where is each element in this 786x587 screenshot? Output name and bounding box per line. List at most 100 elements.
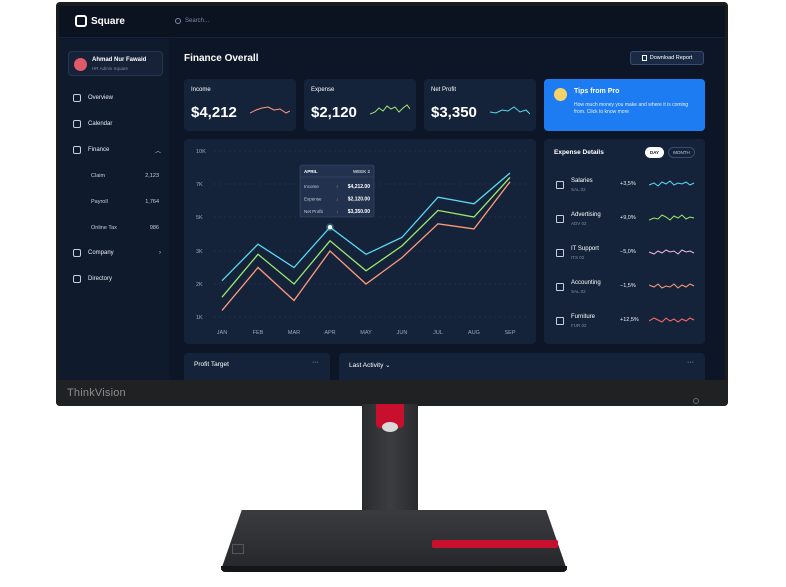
net-profit-card[interactable]: Net Profit $3,350 <box>424 79 536 131</box>
sidebar-item-company[interactable]: Company › <box>73 249 161 257</box>
base-red-accent <box>432 540 558 548</box>
sidebar-item-finance[interactable]: Finance ︿ <box>73 146 161 155</box>
sidebar-item-directory[interactable]: Directory <box>73 275 161 283</box>
tips-card[interactable]: Tips from Pro How much money you make an… <box>544 79 705 131</box>
x-tick-label: SEP <box>504 330 515 336</box>
more-options-icon[interactable]: ··· <box>312 359 319 366</box>
tips-title: Tips from Pro <box>574 88 620 95</box>
cable-hole <box>382 422 398 432</box>
y-tick-label: 1K <box>196 315 203 321</box>
base-logo-icon <box>232 544 244 554</box>
expense-code: FUR 02 <box>571 323 587 328</box>
home-icon <box>556 317 564 325</box>
expense-pct: +3,5% <box>620 181 636 187</box>
y-tick-label: 5K <box>196 215 203 221</box>
download-report-button[interactable]: Download Report <box>630 51 704 65</box>
calendar-icon <box>73 120 81 128</box>
expense-card[interactable]: Expense $2,120 <box>304 79 416 131</box>
sidebar-item-overview[interactable]: Overview <box>73 94 161 102</box>
wallet-icon <box>556 181 564 189</box>
last-activity-label: Last Activity <box>349 362 384 369</box>
sidebar-item-label: Company <box>88 250 114 256</box>
square-logo-icon <box>75 15 87 27</box>
main-content: Finance Overall Download Report Income $… <box>169 39 725 380</box>
expense-sparkline <box>649 180 695 187</box>
sidebar-item-calendar[interactable]: Calendar <box>73 120 161 128</box>
expense-row[interactable]: Advertising ADV 02 +9,0% <box>554 209 700 237</box>
page-title: Finance Overall <box>184 53 259 64</box>
sidebar-item-label: Finance <box>88 147 110 153</box>
app-logo[interactable]: Square <box>75 15 125 27</box>
screen: Square Search... Ahmad Nur Fawaid HR Adm… <box>59 6 725 380</box>
app-name: Square <box>91 15 125 27</box>
subitem-label: Online Tax <box>91 225 117 231</box>
profile-card[interactable]: Ahmad Nur Fawaid HR Admin Square <box>68 51 163 76</box>
more-options-icon[interactable]: ··· <box>687 359 694 366</box>
x-tick-label: AUG <box>468 330 480 336</box>
tooltip-row-label: Income <box>304 184 319 189</box>
sidebar-item-label: Overview <box>88 95 114 101</box>
card-value: $3,350 <box>431 104 477 121</box>
y-tick-label: 7K <box>196 182 203 188</box>
expense-row[interactable]: Salaries SAL 02 +3,5% <box>554 175 700 203</box>
arrow-icon: ↓ <box>336 197 338 202</box>
expense-code: SAL 02 <box>571 187 586 192</box>
expense-row[interactable]: IT Support ITS 02 −5,0% <box>554 243 700 271</box>
card-value: $4,212 <box>191 104 237 121</box>
x-tick-label: FEB <box>253 330 264 336</box>
subitem-label: Claim <box>91 173 106 179</box>
expense-pct: −1,5% <box>620 283 636 289</box>
expense-row[interactable]: Accounting SAL 02 −1,5% <box>554 277 700 305</box>
sidebar: Ahmad Nur Fawaid HR Admin Square Overvie… <box>59 39 169 380</box>
profile-role: HR Admin Square <box>92 66 129 71</box>
monitor-brand-logo: ThinkVision <box>67 387 126 399</box>
y-tick-label: 3K <box>196 249 203 255</box>
toggle-day-button[interactable]: DAY <box>645 147 664 158</box>
download-icon <box>641 55 647 61</box>
tooltip-row-label: Expense <box>304 197 322 202</box>
card-label: Expense <box>311 87 335 93</box>
tooltip-row-value: $4,212.00 <box>348 184 370 190</box>
sidebar-subitem-online-tax[interactable]: Online Tax 986 <box>91 225 159 231</box>
card-label: Net Profit <box>431 87 457 93</box>
avatar <box>74 58 87 71</box>
toggle-month-button[interactable]: MONTH <box>668 147 695 158</box>
income-card[interactable]: Income $4,212 <box>184 79 296 131</box>
subitem-count: 1,764 <box>145 199 159 205</box>
expense-pct: +9,0% <box>620 215 636 221</box>
sidebar-subitem-claim[interactable]: Claim 2,123 <box>91 173 159 179</box>
x-tick-label: JAN <box>217 330 227 336</box>
net-profit-sparkline <box>490 106 530 115</box>
directory-icon <box>73 275 81 283</box>
expense-row[interactable]: Furniture FUR 02 +12,5% <box>554 311 700 339</box>
monitor-chin <box>56 380 728 406</box>
profit-target-title: Profit Target <box>194 361 229 368</box>
expense-sparkline <box>649 317 695 323</box>
search-icon <box>175 18 181 24</box>
y-tick-label: 10K <box>196 149 206 155</box>
last-activity-title[interactable]: Last Activity ⌄ <box>349 361 391 369</box>
top-bar: Square Search... <box>59 6 725 38</box>
last-activity-card: Last Activity ⌄ ··· <box>339 353 705 380</box>
expense-sparkline <box>649 214 695 221</box>
card-label: Income <box>191 87 211 93</box>
x-tick-label: MAR <box>288 330 300 336</box>
grid-icon <box>73 94 81 102</box>
expense-name: Accounting <box>571 280 601 286</box>
expense-details-title: Expense Details <box>554 149 604 156</box>
expense-name: Salaries <box>571 178 593 184</box>
sidebar-item-label: Directory <box>88 276 113 282</box>
monitor-base-edge <box>221 566 567 572</box>
expense-code: ITS 02 <box>571 255 585 260</box>
lightbulb-icon <box>554 88 567 101</box>
tooltip-row-label: Net Profit <box>304 209 324 214</box>
advertising-icon <box>556 215 564 223</box>
arrow-icon: ↓ <box>336 209 338 214</box>
card-value: $2,120 <box>311 104 357 121</box>
sidebar-subitem-payroll[interactable]: Payroll 1,764 <box>91 199 159 205</box>
finance-icon <box>73 146 81 154</box>
finance-chart[interactable]: 10K 7K 5K 3K 2K 1K JAN FEB MAR APR MAY JUN JUL AUG SEP… <box>184 139 536 344</box>
search-input[interactable]: Search... <box>175 18 209 24</box>
expense-name: Advertising <box>571 212 601 218</box>
expense-code: SAL 02 <box>571 289 586 294</box>
